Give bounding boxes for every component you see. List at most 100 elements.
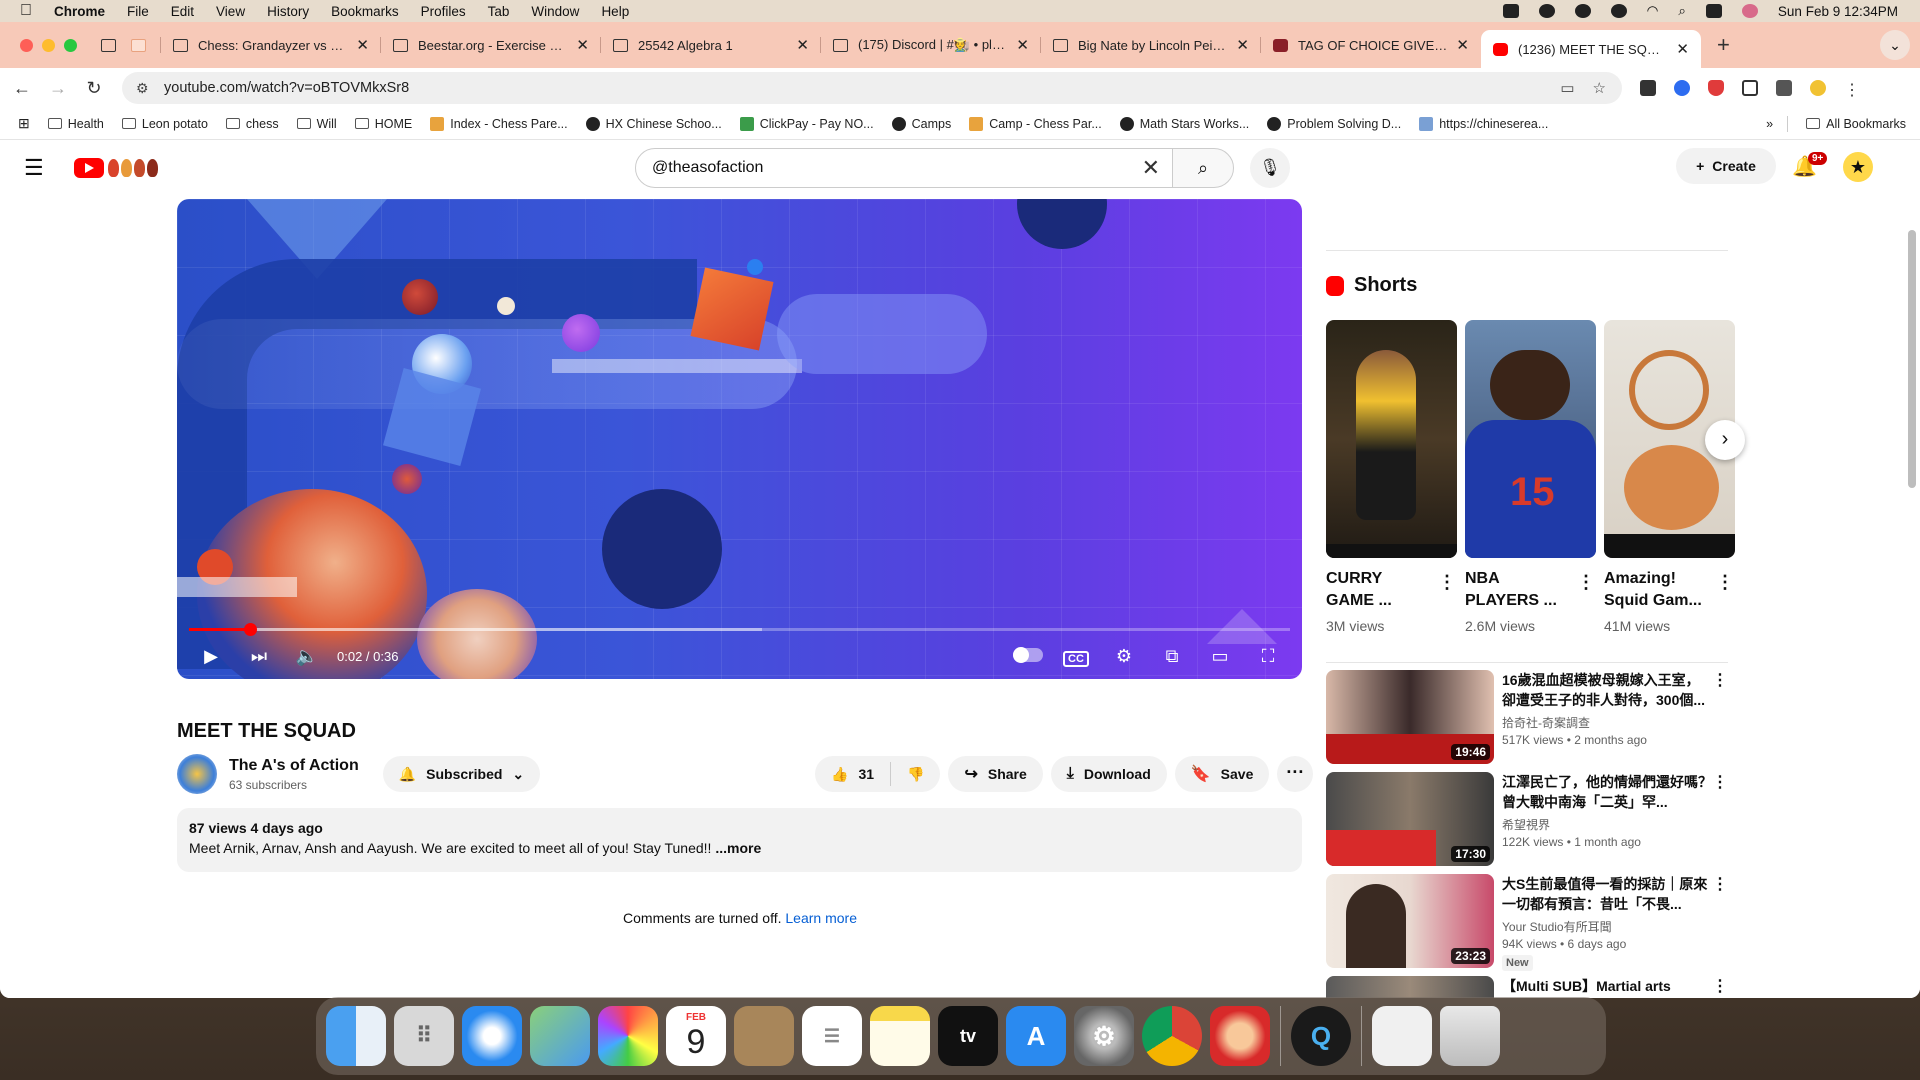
voice-search-button[interactable]: 🎙 — [1250, 148, 1290, 188]
all-bookmarks-button[interactable]: All Bookmarks — [1806, 117, 1906, 131]
tab-close-icon[interactable]: ✕ — [576, 36, 589, 54]
recommended-video[interactable]: 17:30 江澤民亡了，他的情婦們還好嗎？曾大戰中南海「二英」罕... 希望視界… — [1326, 772, 1728, 866]
chrome-icon[interactable] — [1142, 1006, 1202, 1066]
menu-window[interactable]: Window — [531, 4, 579, 19]
recommended-video[interactable]: 23:23 大S生前最值得一看的採訪｜原來一切都有預言：昔吐「不畏... You… — [1326, 874, 1728, 971]
short-title[interactable]: CURRY GAME ... — [1326, 568, 1426, 612]
next-video-icon[interactable]: ⏭ — [235, 646, 283, 667]
save-button[interactable]: 🔖 Save — [1174, 756, 1270, 792]
bookmark-chinesereader[interactable]: https://chineserea... — [1419, 116, 1548, 131]
channel-avatar[interactable] — [177, 754, 217, 794]
menu-history[interactable]: History — [267, 4, 309, 19]
zoom-extension-icon[interactable] — [1674, 80, 1690, 96]
url-text[interactable]: youtube.com/watch?v=oBTOVMkxSr8 — [164, 80, 409, 96]
description-more-link[interactable]: ...more — [715, 840, 761, 856]
wifi-icon[interactable]: ◠ — [1647, 3, 1659, 19]
site-info-icon[interactable]: ⚙ — [136, 80, 152, 97]
cast-install-icon[interactable]: ▭ — [1560, 79, 1574, 97]
account-avatar[interactable]: ★ — [1843, 152, 1873, 182]
autoplay-toggle[interactable] — [1004, 646, 1052, 667]
bookmark-camp-chess[interactable]: Camp - Chess Par... — [969, 116, 1102, 131]
volume-icon[interactable]: 🔈 — [283, 646, 331, 667]
video-thumbnail[interactable]: 17:30 — [1326, 772, 1494, 866]
trash-icon[interactable] — [1440, 1006, 1500, 1066]
shorts-next-arrow-icon[interactable]: › — [1705, 420, 1745, 460]
short-more-icon[interactable]: ⋮ — [1577, 572, 1595, 593]
bookmark-health[interactable]: Health — [47, 117, 104, 131]
share-button[interactable]: ↪ Share — [948, 756, 1043, 792]
maps-icon[interactable] — [530, 1006, 590, 1066]
video-more-icon[interactable]: ⋮ — [1712, 772, 1728, 866]
video-player[interactable]: ▶ ⏭ 🔈 0:02 / 0:36 CC ⚙ ⧉ ▭ ⛶ — [177, 199, 1302, 679]
menu-bookmarks[interactable]: Bookmarks — [331, 4, 399, 19]
tab-close-icon[interactable]: ✕ — [1456, 36, 1469, 54]
search-input[interactable]: @theasofaction — [652, 159, 763, 177]
bookmark-math-stars[interactable]: Math Stars Works... — [1119, 116, 1249, 131]
short-item[interactable]: CURRY GAME ... 3M views ⋮ — [1326, 320, 1457, 634]
record-icon[interactable] — [1538, 4, 1555, 18]
short-item[interactable]: 15 NBA PLAYERS ... 2.6M views ⋮ — [1465, 320, 1596, 634]
new-tab-button[interactable]: + — [1717, 32, 1730, 58]
finder-icon[interactable] — [326, 1006, 386, 1066]
zoom-window-button[interactable] — [64, 38, 77, 52]
dislike-button[interactable]: 👎 — [891, 766, 940, 783]
video-thumbnail[interactable]: 19:46 — [1326, 670, 1494, 764]
menubar-clock[interactable]: Sun Feb 9 12:34PM — [1778, 4, 1898, 19]
progress-bar[interactable] — [189, 623, 1290, 636]
menu-view[interactable]: View — [216, 4, 245, 19]
menu-help[interactable]: Help — [601, 4, 629, 19]
app-store-icon[interactable]: A — [1006, 1006, 1066, 1066]
video-more-icon[interactable]: ⋮ — [1712, 670, 1728, 764]
pinned-tab-2[interactable] — [125, 28, 161, 62]
control-center-icon[interactable] — [1705, 4, 1722, 18]
reminders-icon[interactable]: ☰ — [802, 1006, 862, 1066]
search-button[interactable]: ⌕ — [1172, 148, 1234, 188]
short-more-icon[interactable]: ⋮ — [1438, 572, 1456, 593]
search-box[interactable]: @theasofaction ✕ — [635, 148, 1175, 188]
clear-search-icon[interactable]: ✕ — [1142, 155, 1160, 181]
tab-big-nate[interactable]: Big Nate by Lincoln Peirce fo ✕ — [1041, 28, 1261, 62]
siri-icon[interactable] — [1741, 4, 1758, 18]
chrome-menu-icon[interactable]: ⋮ — [1844, 80, 1860, 99]
back-arrow-icon[interactable]: ← — [8, 78, 36, 99]
quicktime-icon[interactable]: Q — [1291, 1006, 1351, 1066]
page-scrollbar[interactable] — [1908, 230, 1916, 488]
recommended-video[interactable]: 【Multi SUB】Martial arts blockbuster movi… — [1326, 976, 1728, 998]
bookmark-clickpay[interactable]: ClickPay - Pay NO... — [739, 116, 874, 131]
profile-avatar-icon[interactable] — [1810, 80, 1826, 96]
bookmark-problem-solving[interactable]: Problem Solving D... — [1267, 116, 1401, 131]
tab-close-icon[interactable]: ✕ — [1016, 36, 1029, 54]
bookmark-index-chess[interactable]: Index - Chess Pare... — [430, 116, 568, 131]
reload-icon[interactable]: ↻ — [80, 78, 108, 99]
notes-icon[interactable] — [870, 1006, 930, 1066]
bookmark-will[interactable]: Will — [296, 117, 337, 131]
short-title[interactable]: Amazing! Squid Gam... — [1604, 568, 1704, 612]
system-settings-icon[interactable]: ⚙ — [1074, 1006, 1134, 1066]
video-more-icon[interactable]: ⋮ — [1712, 976, 1728, 998]
play-icon[interactable]: ▶ — [187, 646, 235, 667]
menu-tab[interactable]: Tab — [488, 4, 510, 19]
bookmarks-overflow-button[interactable]: » — [1766, 117, 1773, 131]
tab-youtube-active[interactable]: (1236) MEET THE SQUAD - ✕ — [1481, 30, 1701, 68]
calendar-icon[interactable]: FEB 9 — [666, 1006, 726, 1066]
video-thumbnail[interactable]: 23:23 — [1326, 874, 1494, 968]
video-more-icon[interactable]: ⋮ — [1712, 874, 1728, 971]
tab-discord[interactable]: (175) Discord | #🧑‍🌾 • playtes ✕ — [821, 28, 1041, 62]
shield-extension-icon[interactable] — [1708, 80, 1724, 96]
launchpad-icon[interactable]: ⠿ — [394, 1006, 454, 1066]
menu-profiles[interactable]: Profiles — [421, 4, 466, 19]
tab-close-icon[interactable]: ✕ — [1236, 36, 1249, 54]
forward-arrow-icon[interactable]: → — [44, 78, 72, 99]
close-window-button[interactable] — [20, 38, 33, 52]
pinned-tab-1[interactable] — [95, 28, 125, 62]
learn-more-link[interactable]: Learn more — [785, 910, 857, 926]
video-title-link[interactable]: 大S生前最值得一看的採訪｜原來一切都有預言：昔吐「不畏... — [1502, 874, 1712, 914]
apps-grid-icon[interactable]: ⊞ — [18, 115, 30, 132]
tab-algebra[interactable]: 25542 Algebra 1 ✕ — [601, 28, 821, 62]
bookmark-home[interactable]: HOME — [354, 117, 412, 131]
menu-file[interactable]: File — [127, 4, 149, 19]
bookmark-hx-chinese[interactable]: HX Chinese Schoo... — [585, 116, 722, 131]
captions-button[interactable]: CC — [1052, 646, 1100, 667]
menu-edit[interactable]: Edit — [171, 4, 194, 19]
recommended-video[interactable]: 19:46 16歲混血超模被母親嫁入王室，卻遭受王子的非人對待，300個... … — [1326, 670, 1728, 764]
